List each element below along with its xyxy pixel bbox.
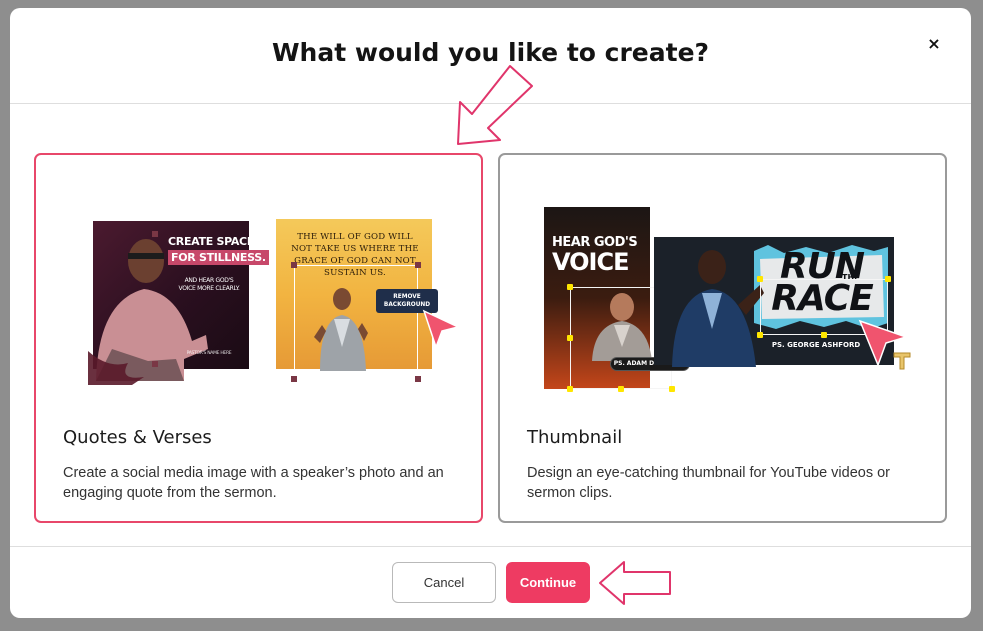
footer-divider	[10, 546, 971, 547]
resize-handle	[618, 386, 624, 392]
resize-handle	[152, 361, 158, 367]
resize-handle	[152, 231, 158, 237]
selection-box	[294, 265, 418, 379]
option-card-quotes-verses[interactable]: CREATE SPACE FOR STILLNESS. AND HEAR GOD…	[34, 153, 483, 523]
quote-subtext: AND HEAR GOD'S VOICE MORE CLEARLY.	[178, 277, 240, 292]
option-title: Quotes & Verses	[63, 427, 212, 448]
option-description: Design an eye-catching thumbnail for You…	[527, 465, 890, 501]
annotation-arrow-left-icon	[599, 561, 671, 605]
resize-handle	[757, 276, 763, 282]
resize-handle	[291, 376, 297, 382]
create-dialog: What would you like to create? × CREATE …	[10, 8, 971, 618]
resize-handle	[821, 332, 827, 338]
close-button[interactable]: ×	[923, 34, 945, 56]
quote-footer: PASTOR'S NAME HERE	[186, 351, 232, 356]
thumbnail-headline: HEAR GOD'S VOICE	[552, 235, 644, 274]
option-title: Thumbnail	[527, 427, 623, 448]
resize-handle	[567, 284, 573, 290]
option-card-thumbnail[interactable]: HEAR GOD'S VOICE PS. ADAM DETAMORE RUN R…	[498, 153, 947, 523]
dialog-title: What would you like to create?	[271, 38, 710, 67]
speaker-photo-d	[672, 250, 764, 367]
resize-handle	[757, 332, 763, 338]
resize-handle	[415, 376, 421, 382]
resize-handle	[415, 262, 421, 268]
resize-handle	[885, 276, 891, 282]
headline-line-1: CREATE SPACE	[168, 235, 255, 248]
resize-handle	[567, 386, 573, 392]
headline-line-2: FOR STILLNESS.	[168, 250, 269, 265]
resize-handle	[291, 262, 297, 268]
text-tool-icon	[893, 352, 911, 370]
option-description: Create a social media image with a speak…	[63, 465, 444, 501]
annotation-arrow-down-left-icon	[457, 65, 533, 145]
resize-handle	[567, 335, 573, 341]
quote-headline: CREATE SPACE FOR STILLNESS.	[168, 235, 269, 265]
pointer-cursor-icon	[422, 309, 460, 349]
continue-button[interactable]: Continue	[506, 562, 590, 603]
resize-handle	[669, 386, 675, 392]
headline-line-2: VOICE	[552, 248, 630, 276]
cancel-button[interactable]: Cancel	[392, 562, 496, 603]
